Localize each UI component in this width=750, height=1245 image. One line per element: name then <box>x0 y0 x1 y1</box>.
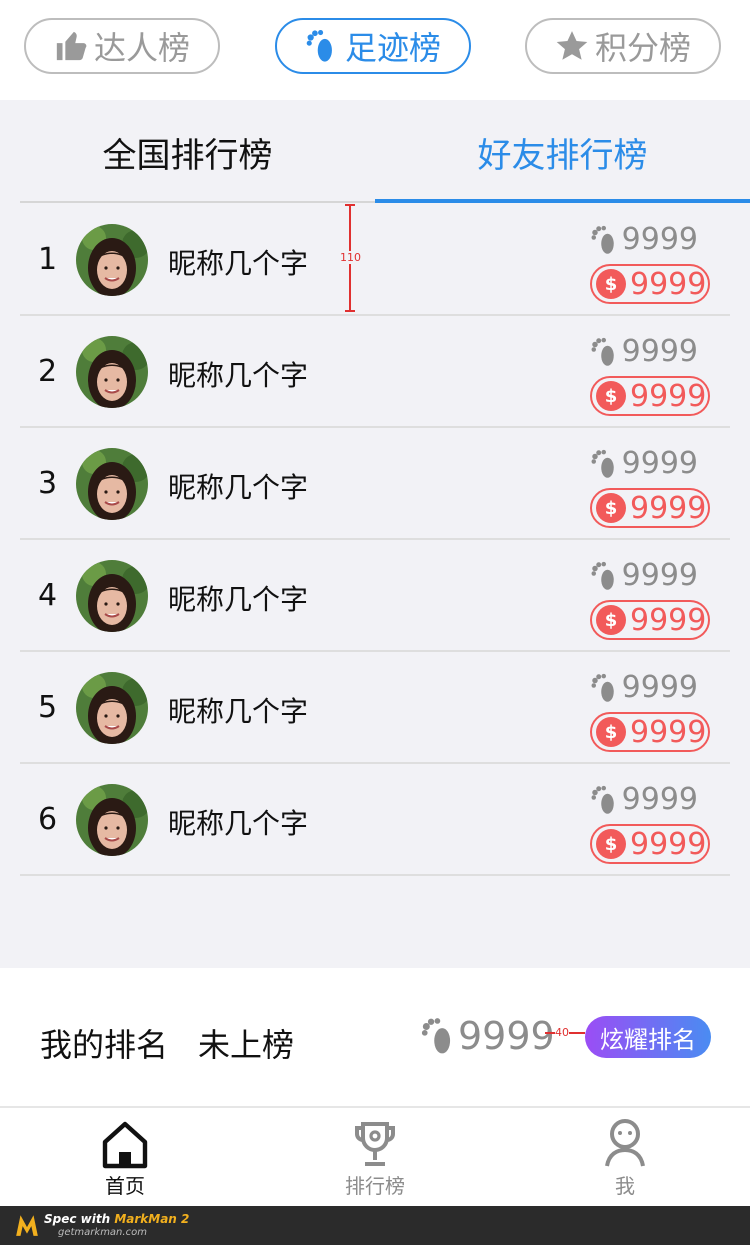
steps-value: 9999 <box>621 334 698 369</box>
coin-icon: $ <box>596 493 626 523</box>
nav-home[interactable]: 首页 <box>65 1118 185 1199</box>
my-rank-label: 我的排名 <box>40 1026 169 1064</box>
bottom-nav: 首页 排行榜 我 <box>0 1106 750 1208</box>
rank-number: 3 <box>38 466 58 501</box>
foot-icon <box>591 785 614 814</box>
coin-icon: $ <box>596 717 626 747</box>
steps-count: 9999 <box>590 670 698 705</box>
steps-count: 9999 <box>590 782 698 817</box>
tab-points-label: 积分榜 <box>594 29 691 67</box>
my-steps: 9999 <box>420 1014 555 1058</box>
coin-badge: $9999 <box>590 488 710 528</box>
nickname: 昵称几个字 <box>168 807 309 840</box>
my-rank-status: 未上榜 <box>198 1026 295 1064</box>
home-icon <box>102 1121 148 1169</box>
markman-footer: Spec with MarkMan 2 getmarkman.com <box>0 1206 750 1245</box>
nickname: 昵称几个字 <box>168 695 309 728</box>
star-icon <box>556 31 588 60</box>
my-rank-bar: 我的排名 未上榜 9999 40 炫耀排名 <box>0 968 750 1106</box>
steps-value: 9999 <box>621 222 698 257</box>
tab-experts-label: 达人榜 <box>93 29 190 67</box>
spec-measure-label: 110 <box>340 251 361 264</box>
steps-value: 9999 <box>621 558 698 593</box>
avatar[interactable] <box>76 784 148 856</box>
spec-gap-label: 40 <box>555 1026 569 1039</box>
foot-icon <box>591 225 614 254</box>
nav-leaderboard-label: 排行榜 <box>345 1174 405 1198</box>
list-item[interactable]: 4 昵称几个字 9999 $9999 <box>20 540 730 652</box>
tab-friends[interactable]: 好友排行榜 <box>375 100 750 204</box>
nickname: 昵称几个字 <box>168 583 309 616</box>
steps-count: 9999 <box>590 222 698 257</box>
foot-icon <box>421 1018 451 1054</box>
my-steps-value: 9999 <box>458 1014 555 1058</box>
avatar[interactable] <box>76 336 148 408</box>
rank-number: 1 <box>38 242 58 277</box>
list-item[interactable]: 1 昵称几个字 9999 $9999 <box>20 204 730 316</box>
steps-count: 9999 <box>590 334 698 369</box>
avatar[interactable] <box>76 224 148 296</box>
scope-tabs: 全国排行榜 好友排行榜 <box>0 100 750 204</box>
steps-count: 9999 <box>590 446 698 481</box>
list-item[interactable]: 2 昵称几个字 9999 $9999 <box>20 316 730 428</box>
coin-icon: $ <box>596 381 626 411</box>
coin-value: 9999 <box>630 490 707 526</box>
foot-icon <box>591 449 614 478</box>
coin-value: 9999 <box>630 714 707 750</box>
nickname: 昵称几个字 <box>168 471 309 504</box>
foot-icon <box>591 673 614 702</box>
active-tab-indicator <box>375 199 750 203</box>
thumb-icon <box>56 31 87 61</box>
coin-badge: $9999 <box>590 824 710 864</box>
nav-me-label: 我 <box>615 1174 635 1198</box>
tab-points[interactable]: 积分榜 <box>525 18 721 74</box>
coin-icon: $ <box>596 269 626 299</box>
coin-badge: $9999 <box>590 264 710 304</box>
foot-icon <box>591 337 614 366</box>
tab-footprint[interactable]: 足迹榜 <box>275 18 471 74</box>
list-item[interactable]: 6 昵称几个字 9999 $9999 <box>20 764 730 876</box>
coin-value: 9999 <box>630 602 707 638</box>
show-off-rank-button[interactable]: 炫耀排名 <box>585 1016 711 1058</box>
rank-number: 6 <box>38 802 58 837</box>
coin-icon: $ <box>596 605 626 635</box>
tab-footprint-label: 足迹榜 <box>344 29 441 67</box>
list-item[interactable]: 5 昵称几个字 9999 $9999 <box>20 652 730 764</box>
nickname: 昵称几个字 <box>168 247 309 280</box>
markman-logo-icon <box>16 1215 38 1236</box>
foot-icon <box>306 29 332 62</box>
foot-icon <box>591 561 614 590</box>
avatar[interactable] <box>76 560 148 632</box>
coin-value: 9999 <box>630 266 707 302</box>
rank-number: 4 <box>38 578 58 613</box>
leaderboard-type-tabs: 达人榜 足迹榜 积分榜 <box>0 0 750 100</box>
steps-value: 9999 <box>621 782 698 817</box>
rank-number: 5 <box>38 690 58 725</box>
nav-leaderboard[interactable]: 排行榜 <box>315 1118 435 1199</box>
steps-value: 9999 <box>621 670 698 705</box>
tab-national[interactable]: 全国排行榜 <box>0 100 375 204</box>
footer-title: Spec with MarkMan 2 <box>44 1212 190 1226</box>
list-item[interactable]: 3 昵称几个字 9999 $9999 <box>20 428 730 540</box>
steps-count: 9999 <box>590 558 698 593</box>
coin-icon: $ <box>596 829 626 859</box>
nickname: 昵称几个字 <box>168 359 309 392</box>
rank-number: 2 <box>38 354 58 389</box>
tab-experts[interactable]: 达人榜 <box>24 18 220 74</box>
trophy-icon <box>355 1122 395 1166</box>
avatar[interactable] <box>76 448 148 520</box>
footer-url: getmarkman.com <box>58 1227 147 1238</box>
nav-home-label: 首页 <box>105 1174 145 1198</box>
coin-badge: $9999 <box>590 376 710 416</box>
nav-me[interactable]: 我 <box>565 1118 685 1199</box>
divider <box>20 201 375 203</box>
steps-value: 9999 <box>621 446 698 481</box>
coin-value: 9999 <box>630 378 707 414</box>
coin-badge: $9999 <box>590 712 710 752</box>
coin-badge: $9999 <box>590 600 710 640</box>
avatar[interactable] <box>76 672 148 744</box>
coin-value: 9999 <box>630 826 707 862</box>
user-icon <box>605 1119 645 1167</box>
